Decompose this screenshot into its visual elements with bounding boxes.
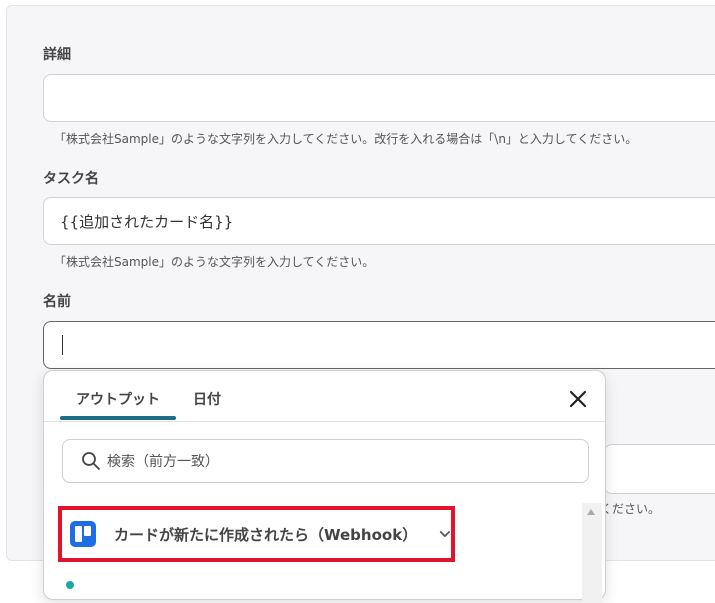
chevron-down-icon[interactable]	[439, 527, 451, 541]
popup-tabs: アウトプット 日付	[44, 371, 605, 422]
task-name-value: {{追加されたカード名}}	[60, 212, 234, 231]
text-caret	[62, 335, 63, 355]
task-name-hint: 「株式会社Sample」のような文字列を入力してください。	[54, 255, 375, 269]
list-item-trigger[interactable]: カードが新たに作成されたら（Webhook）	[58, 506, 455, 562]
task-name-label: タスク名	[43, 171, 99, 187]
scroll-up-arrow-icon[interactable]	[587, 509, 595, 515]
detail-hint: 「株式会社Sample」のような文字列を入力してください。改行を入れる場合は「\…	[54, 132, 638, 146]
search-input[interactable]: 検索（前方一致）	[62, 439, 589, 483]
search-placeholder: 検索（前方一致）	[107, 454, 219, 470]
variable-picker-popup: アウトプット 日付 検索（前方一致） カードが新たに作成されたら（Webhook…	[43, 370, 606, 603]
search-icon	[82, 452, 100, 470]
trello-icon	[70, 521, 96, 547]
close-icon[interactable]	[566, 387, 590, 411]
background-input[interactable]	[604, 444, 715, 494]
detail-label: 詳細	[43, 47, 71, 63]
detail-input[interactable]	[43, 74, 715, 122]
name-label: 名前	[43, 294, 71, 310]
background-hint: ください。	[600, 502, 661, 516]
next-item-icon	[66, 581, 74, 589]
scrollbar[interactable]	[582, 503, 602, 603]
active-tab-indicator	[60, 416, 176, 420]
tab-output[interactable]: アウトプット	[76, 389, 160, 409]
tab-date[interactable]: 日付	[193, 389, 221, 409]
list-item-label: カードが新たに作成されたら（Webhook）	[114, 525, 418, 544]
task-name-input[interactable]: {{追加されたカード名}}	[43, 197, 715, 245]
name-input[interactable]	[43, 321, 715, 369]
